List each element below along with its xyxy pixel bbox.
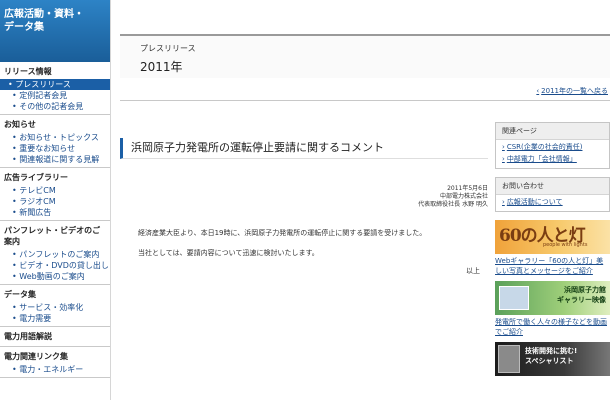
sidebar-header-line1: 広報活動・資料・ (4, 9, 84, 20)
sidebar-heading-data[interactable]: データ集 (0, 285, 110, 302)
article-meta: 2011年5月6日 中部電力株式会社 代表取締役社長 水野 明久 (418, 185, 488, 209)
article: 浜岡原子力発電所の運転停止要請に関するコメント 2011年5月6日 中部電力株式… (120, 138, 488, 400)
banner-hamaoka-photo (499, 286, 529, 310)
sidebar-item-topics[interactable]: • お知らせ・トピックス (0, 132, 110, 143)
sidebar-heading-release[interactable]: リリース情報 (0, 62, 110, 79)
sidebar-item-pamphlet[interactable]: • パンフレットのご案内 (0, 249, 110, 260)
sidebar-item-important[interactable]: • 重要なお知らせ (0, 143, 110, 154)
sidebar-heading-links[interactable]: 電力関連リンク集 (0, 347, 110, 364)
sidebar-item-radio-cm[interactable]: • ラジオCM (0, 196, 110, 207)
sidebar: 広報活動・資料・ データ集 リリース情報 • プレスリリース • 定例記者会見 … (0, 0, 111, 400)
sidebar-heading-pamphlet[interactable]: パンフレット・ビデオのご案内 (0, 221, 110, 249)
article-date: 2011年5月6日 (447, 185, 488, 192)
main-content: プレスリリース 2011年 ‹ 2011年の一覧へ戻る 浜岡原子力発電所の運転停止… (111, 0, 610, 400)
sidebar-header-line2: データ集 (4, 22, 44, 33)
related-pages-box: 関連ページ › CSR(企業の社会的責任) › 中部電力「会社情報」 (495, 122, 610, 169)
divider (120, 100, 610, 101)
banner-hamaoka-text: 浜岡原子力館 ギャラリー映像 (557, 286, 606, 304)
press-release-label: プレスリリース (140, 44, 196, 53)
sidebar-item-video-rental[interactable]: • ビデオ・DVDの貸し出し (0, 260, 110, 271)
banner-60-caption-link[interactable]: Webギャラリー「60の人と灯」美しい写真とメッセージをご紹介 (495, 254, 610, 281)
banner-tech-text: 技術開発に挑む! スペシャリスト (525, 347, 578, 365)
contact-heading: お問い合わせ (496, 178, 609, 195)
sidebar-item-press-release[interactable]: • プレスリリース (0, 79, 110, 90)
banner-tech-photo (498, 345, 520, 373)
sidebar-header[interactable]: 広報活動・資料・ データ集 (0, 0, 110, 62)
sidebar-item-energy[interactable]: • 電力・エネルギー (0, 364, 110, 375)
contact-box: お問い合わせ › 広報活動について (495, 177, 610, 212)
sidebar-heading-ad-library[interactable]: 広告ライブラリー (0, 168, 110, 185)
sidebar-item-other-press[interactable]: • その他の記者会見 (0, 101, 110, 112)
chevron-right-icon: › (502, 155, 505, 163)
chevron-right-icon: › (502, 198, 505, 206)
back-to-list-link[interactable]: ‹ 2011年の一覧へ戻る (536, 86, 608, 96)
sidebar-section-release: リリース情報 • プレスリリース • 定例記者会見 • その他の記者会見 (0, 62, 110, 115)
article-paragraph-1: 経済産業大臣より、本日19時に、浜岡原子力発電所の運転停止に関する要請を受けまし… (138, 229, 427, 237)
banner-60-subtitle: people with lights (543, 242, 588, 248)
right-column: 関連ページ › CSR(企業の社会的責任) › 中部電力「会社情報」 お問い合わせ … (495, 122, 610, 400)
sidebar-item-regular-press[interactable]: • 定例記者会見 (0, 90, 110, 101)
article-company: 中部電力株式会社 (439, 193, 488, 200)
article-closing: 以上 (466, 267, 480, 275)
chevron-right-icon: › (502, 143, 505, 151)
banner-hamaoka-caption-link[interactable]: 発電所で働く人々の様子などを動画でご紹介 (495, 315, 610, 342)
sidebar-heading-notice[interactable]: お知らせ (0, 115, 110, 132)
chevron-left-icon: ‹ (536, 87, 540, 95)
page-title-box: プレスリリース 2011年 (120, 34, 610, 78)
sidebar-item-service[interactable]: • サービス・効率化 (0, 302, 110, 313)
related-link-company-info[interactable]: › 中部電力「会社情報」 (496, 152, 609, 164)
sidebar-item-reports[interactable]: • 関連報道に関する見解 (0, 154, 110, 165)
sidebar-item-web-video[interactable]: • Web動画のご案内 (0, 271, 110, 282)
sidebar-item-demand[interactable]: • 電力需要 (0, 313, 110, 324)
article-paragraph-2: 当社としては、要請内容について迅速に検討いたします。 (138, 249, 319, 257)
page-title: 2011年 (140, 60, 183, 74)
sidebar-heading-glossary[interactable]: 電力用語解説 (0, 327, 110, 344)
sidebar-item-tv-cm[interactable]: • テレビCM (0, 185, 110, 196)
contact-link-pr[interactable]: › 広報活動について (496, 195, 609, 207)
related-pages-heading: 関連ページ (496, 123, 609, 140)
sidebar-item-newspaper-ad[interactable]: • 新聞広告 (0, 207, 110, 218)
sidebar-section-data: データ集 • サービス・効率化 • 電力需要 (0, 285, 110, 327)
sidebar-section-glossary: 電力用語解説 (0, 327, 110, 347)
sidebar-section-links: 電力関連リンク集 • 電力・エネルギー (0, 347, 110, 378)
sidebar-section-ad-library: 広告ライブラリー • テレビCM • ラジオCM • 新聞広告 (0, 168, 110, 221)
related-link-csr[interactable]: › CSR(企業の社会的責任) (496, 140, 609, 152)
sidebar-section-pamphlet: パンフレット・ビデオのご案内 • パンフレットのご案内 • ビデオ・DVDの貸し… (0, 221, 110, 285)
banner-tech-specialist[interactable]: 技術開発に挑む! スペシャリスト (495, 342, 610, 376)
sidebar-section-notice: お知らせ • お知らせ・トピックス • 重要なお知らせ • 関連報道に関する見解 (0, 115, 110, 168)
article-signer: 代表取締役社長 水野 明久 (418, 201, 488, 208)
banner-hamaoka-gallery[interactable]: 浜岡原子力館 ギャラリー映像 (495, 281, 610, 315)
banner-60-people-lights[interactable]: 60の人と灯 people with lights (495, 220, 610, 254)
article-title: 浜岡原子力発電所の運転停止要請に関するコメント (120, 138, 488, 159)
